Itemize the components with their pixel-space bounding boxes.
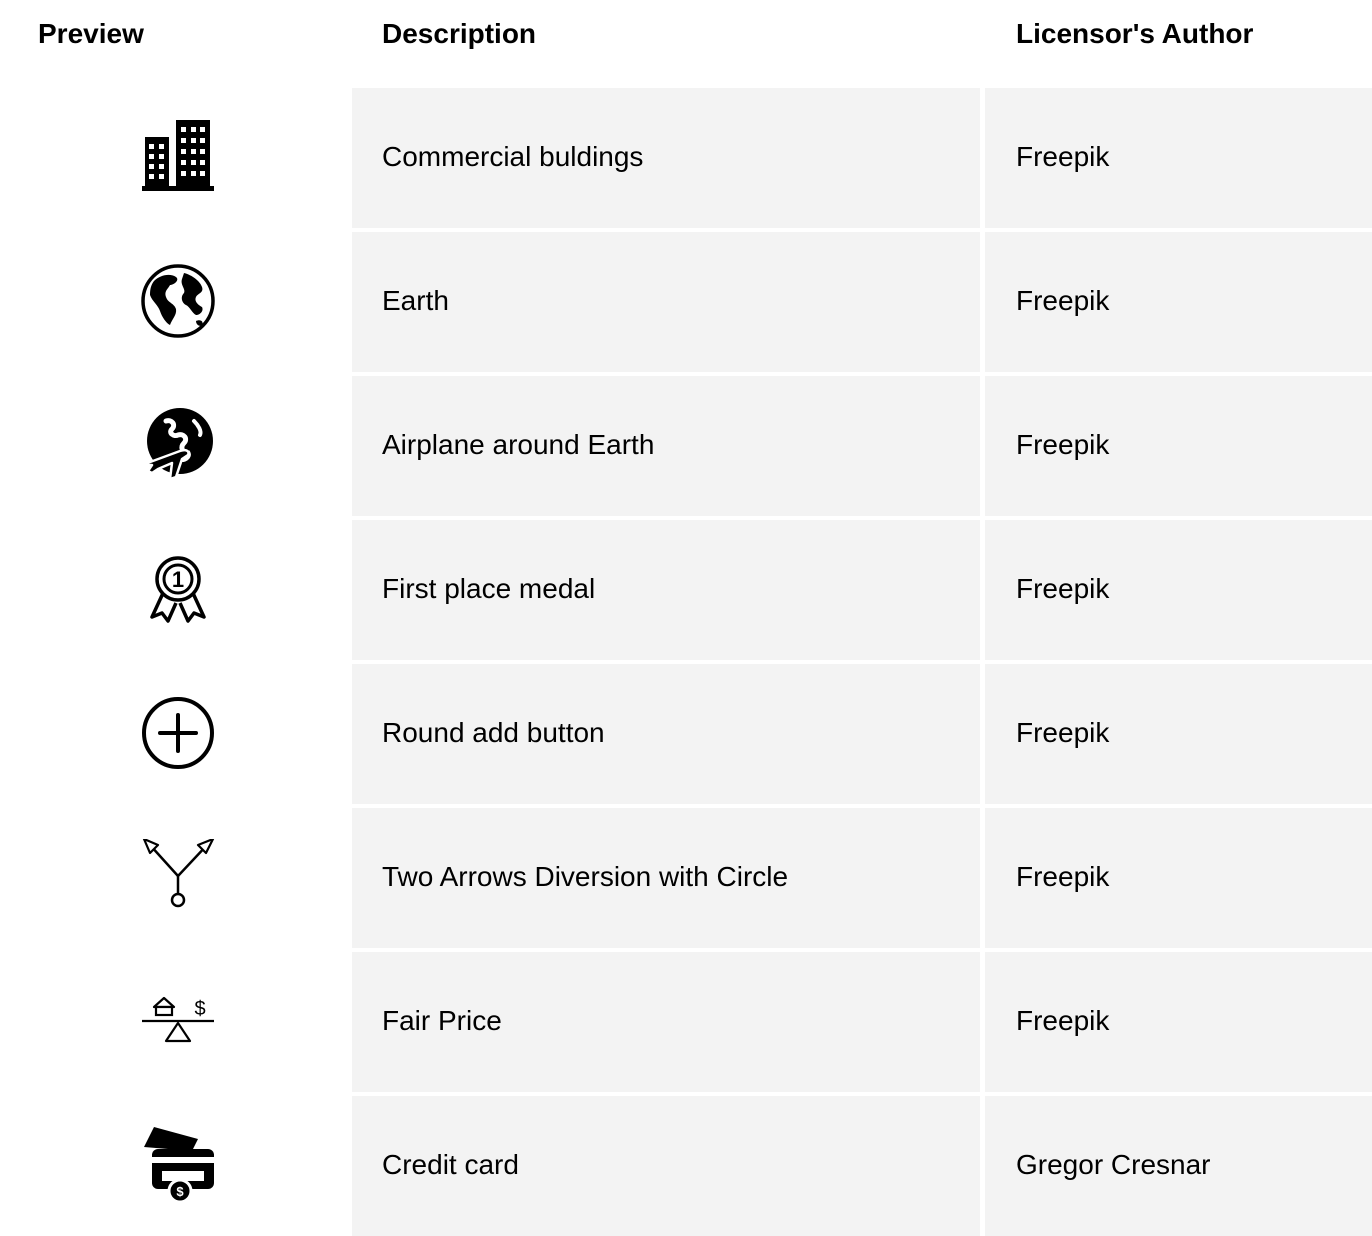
author-text: Freepik xyxy=(1016,429,1110,460)
two-arrows-diversion-icon xyxy=(142,839,215,908)
author-cell: Freepik xyxy=(985,88,1372,228)
table-row: Two Arrows Diversion with Circle Freepik xyxy=(0,808,1372,948)
table-row: $ Fair Price Freepik xyxy=(0,952,1372,1092)
round-add-button-icon xyxy=(142,697,214,769)
author-text: Freepik xyxy=(1016,573,1110,604)
author-cell: Gregor Cresnar xyxy=(985,1096,1372,1236)
author-cell: Freepik xyxy=(985,232,1372,372)
author-cell: Freepik xyxy=(985,952,1372,1092)
author-text: Freepik xyxy=(1016,861,1110,892)
preview-cell: 1 xyxy=(0,520,352,660)
author-text: Gregor Cresnar xyxy=(1016,1149,1211,1180)
description-text: Fair Price xyxy=(382,1005,502,1036)
description-text: Round add button xyxy=(382,717,605,748)
svg-text:$: $ xyxy=(176,1184,184,1199)
description-cell: Fair Price xyxy=(352,952,980,1092)
description-text: Airplane around Earth xyxy=(382,429,655,460)
author-cell: Freepik xyxy=(985,520,1372,660)
author-text: Freepik xyxy=(1016,1005,1110,1036)
table-row: Round add button Freepik xyxy=(0,664,1372,804)
preview-cell: $ xyxy=(0,1096,352,1236)
author-cell: Freepik xyxy=(985,808,1372,948)
preview-cell: $ xyxy=(0,952,352,1092)
svg-text:$: $ xyxy=(194,998,205,1020)
preview-cell xyxy=(0,664,352,804)
description-text: Earth xyxy=(382,285,449,316)
airplane-around-earth-icon xyxy=(140,408,213,481)
description-cell: Credit card xyxy=(352,1096,980,1236)
header-preview: Preview xyxy=(38,18,144,49)
earth-icon xyxy=(141,264,215,338)
preview-cell xyxy=(0,376,352,516)
svg-text:1: 1 xyxy=(172,567,184,592)
description-cell: Commercial buldings xyxy=(352,88,980,228)
description-text: First place medal xyxy=(382,573,596,604)
header-author: Licensor's Author xyxy=(1016,18,1254,49)
preview-cell xyxy=(0,808,352,948)
table-row: $ Credit card Gregor Cresnar xyxy=(0,1096,1372,1236)
description-cell: Round add button xyxy=(352,664,980,804)
fair-price-icon: $ xyxy=(142,996,214,1043)
description-cell: First place medal xyxy=(352,520,980,660)
credit-card-icon: $ xyxy=(144,1127,214,1203)
preview-cell xyxy=(0,88,352,228)
description-cell: Airplane around Earth xyxy=(352,376,980,516)
author-text: Freepik xyxy=(1016,285,1110,316)
description-text: Two Arrows Diversion with Circle xyxy=(382,861,789,892)
preview-cell xyxy=(0,232,352,372)
description-text: Commercial buldings xyxy=(382,141,644,172)
description-text: Credit card xyxy=(382,1149,519,1180)
table-row: Commercial buldings Freepik xyxy=(0,88,1372,228)
header-description: Description xyxy=(382,18,537,49)
author-cell: Freepik xyxy=(985,664,1372,804)
table-row: Earth Freepik xyxy=(0,232,1372,372)
author-text: Freepik xyxy=(1016,141,1110,172)
commercial-buildings-icon xyxy=(142,120,214,191)
table-header: Preview Description Licensor's Author xyxy=(0,0,1372,70)
table-row: 1 First place medal Freepik xyxy=(0,520,1372,660)
table-row: Airplane around Earth Freepik xyxy=(0,376,1372,516)
author-cell: Freepik xyxy=(985,376,1372,516)
author-text: Freepik xyxy=(1016,717,1110,748)
description-cell: Earth xyxy=(352,232,980,372)
first-place-medal-icon: 1 xyxy=(150,556,206,623)
description-cell: Two Arrows Diversion with Circle xyxy=(352,808,980,948)
